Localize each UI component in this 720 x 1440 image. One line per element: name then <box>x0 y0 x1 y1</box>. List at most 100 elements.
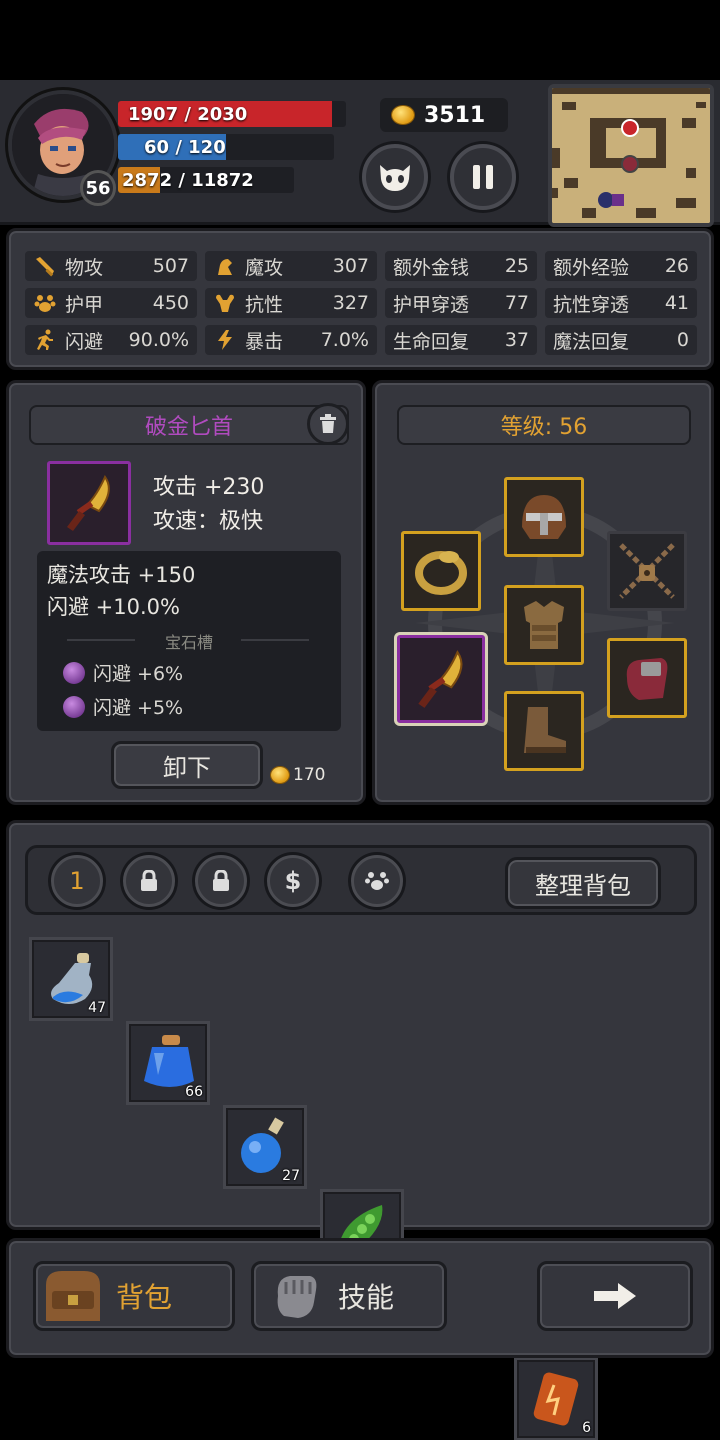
unequip-button[interactable]: 卸下 <box>111 741 263 789</box>
stat-label: 魔攻 <box>245 256 284 279</box>
sort-bag-button[interactable]: 整理背包 <box>505 857 661 909</box>
mp-bar: 60 / 120 <box>118 134 334 160</box>
nav-skills-button[interactable]: 技能 <box>251 1261 447 1331</box>
tab-pet[interactable] <box>351 855 403 907</box>
item-bonus-dodge: 闪避 +10.0% <box>47 595 180 619</box>
stat-value: 37 <box>504 329 529 351</box>
muscle-icon <box>213 291 237 315</box>
inventory-slot[interactable]: 27 <box>223 1105 307 1189</box>
equip-slot-helmet[interactable] <box>504 477 584 557</box>
gold-counter: 3511 <box>380 98 508 132</box>
stat-extra-exp: 额外经验 26 <box>545 251 697 281</box>
stat-armor-pen: 护甲穿透 77 <box>385 288 537 318</box>
stat-value: 507 <box>152 255 189 277</box>
xp-bar: 2872 / 11872 <box>118 167 294 193</box>
stat-extra-gold: 额外金钱 25 <box>385 251 537 281</box>
magic-fist-icon <box>213 254 237 278</box>
dollar-icon: $ <box>284 867 302 895</box>
item-bonus-box: 魔法攻击 +150 闪避 +10.0% 宝石槽 闪避 +6% 闪避 +5% <box>37 551 341 731</box>
equip-slot-ring[interactable] <box>401 531 481 611</box>
stats-grid: 物攻 507 魔攻 307 额外金钱 25 额外经验 26 护甲 450 抗性 … <box>25 251 697 355</box>
equipment-level: 等级: 56 <box>397 405 691 445</box>
trash-icon <box>320 414 336 433</box>
nav-next-button[interactable] <box>537 1261 693 1331</box>
equipment-panel: 等级: 56 <box>372 380 714 805</box>
gem-1: 闪避 +6% <box>63 659 183 686</box>
pause-icon <box>473 165 493 189</box>
sell-price: 170 <box>271 765 325 785</box>
gold-ring-icon <box>415 551 467 595</box>
stat-armor: 护甲 450 <box>25 288 197 318</box>
pause-button[interactable] <box>450 144 516 210</box>
item-count: 47 <box>88 1000 106 1016</box>
helmet-icon <box>522 495 566 539</box>
stat-label: 护甲穿透 <box>393 293 470 316</box>
gauntlet-icon <box>626 658 668 700</box>
pet-button[interactable] <box>362 144 428 210</box>
equip-slot-weapon[interactable] <box>397 635 485 723</box>
gem-2: 闪避 +5% <box>63 693 183 720</box>
item-preview-slot <box>47 461 131 545</box>
stat-crit: 暴击 7.0% <box>205 325 377 355</box>
tab-locked-1[interactable] <box>123 855 175 907</box>
tab-page-1[interactable]: 1 <box>51 855 103 907</box>
boots-icon <box>524 707 566 753</box>
running-man-icon <box>33 328 57 352</box>
fist-icon <box>277 1276 317 1318</box>
lightning-icon <box>213 328 237 352</box>
minimap[interactable] <box>548 84 714 227</box>
chained-lock-icon <box>619 543 675 599</box>
sword-icon <box>33 254 57 278</box>
nav-bag-button[interactable]: 背包 <box>33 1261 235 1331</box>
equip-slot-armor[interactable] <box>504 585 584 665</box>
inventory-panel: 1 $ 整理背包 47 66 27 2 14 6 <box>6 820 714 1440</box>
inventory-slot[interactable]: 66 <box>126 1021 210 1105</box>
stat-value: 327 <box>332 292 369 314</box>
nav-bag-label: 背包 <box>116 1281 173 1314</box>
gold-coin-icon <box>392 106 414 124</box>
golden-dagger-icon <box>67 474 110 531</box>
divider-left <box>67 639 135 641</box>
item-attack-speed: 攻速：极快 <box>153 509 264 534</box>
minimap-canvas <box>552 88 710 223</box>
mp-text: 60 / 120 <box>144 136 226 158</box>
item-count: 66 <box>185 1084 203 1100</box>
stat-physical-attack: 物攻 507 <box>25 251 197 281</box>
stat-label: 额外经验 <box>553 256 630 279</box>
lock-icon <box>213 870 229 891</box>
item-count: 6 <box>582 1420 591 1436</box>
inventory-slot[interactable]: 47 <box>29 937 113 1021</box>
gold-coin-icon <box>271 767 289 783</box>
item-name: 破金匕首 <box>29 405 349 445</box>
stat-label: 抗性 <box>245 293 284 316</box>
inventory-slot[interactable]: 6 <box>514 1357 598 1440</box>
paw-shield-icon <box>33 291 57 315</box>
stat-resistance: 抗性 327 <box>205 288 377 318</box>
stat-label: 护甲 <box>65 293 104 316</box>
stat-value: 25 <box>504 255 529 277</box>
stats-panel: 物攻 507 魔攻 307 额外金钱 25 额外经验 26 护甲 450 抗性 … <box>6 228 714 370</box>
stat-value: 77 <box>504 292 529 314</box>
equip-slot-locked[interactable] <box>607 531 687 611</box>
player-level-badge: 56 <box>80 170 116 206</box>
stat-label: 暴击 <box>245 330 284 353</box>
stat-resist-pen: 抗性穿透 41 <box>545 288 697 318</box>
equip-slot-boots[interactable] <box>504 691 584 771</box>
purple-gem-icon <box>63 695 85 718</box>
tab-sell[interactable]: $ <box>267 855 319 907</box>
sell-price-value: 170 <box>293 765 326 785</box>
tab-locked-2[interactable] <box>195 855 247 907</box>
discard-button[interactable] <box>307 403 349 445</box>
stat-label: 抗性穿透 <box>553 293 630 316</box>
chest-armor-icon <box>524 601 564 649</box>
hp-text: 1907 / 2030 <box>128 103 248 125</box>
item-detail-panel: 破金匕首 攻击 +230 攻速：极快 魔法攻击 +150 闪避 +10.0% 宝… <box>6 380 366 805</box>
stat-label: 魔法回复 <box>553 330 630 353</box>
backpack-icon <box>46 1271 100 1321</box>
enemy-marker-icon <box>621 155 639 173</box>
stat-label: 闪避 <box>65 330 104 353</box>
stat-value: 26 <box>664 255 689 277</box>
xp-text: 2872 / 11872 <box>122 169 254 191</box>
equip-slot-gloves[interactable] <box>607 638 687 718</box>
exit-marker-icon <box>621 119 639 137</box>
